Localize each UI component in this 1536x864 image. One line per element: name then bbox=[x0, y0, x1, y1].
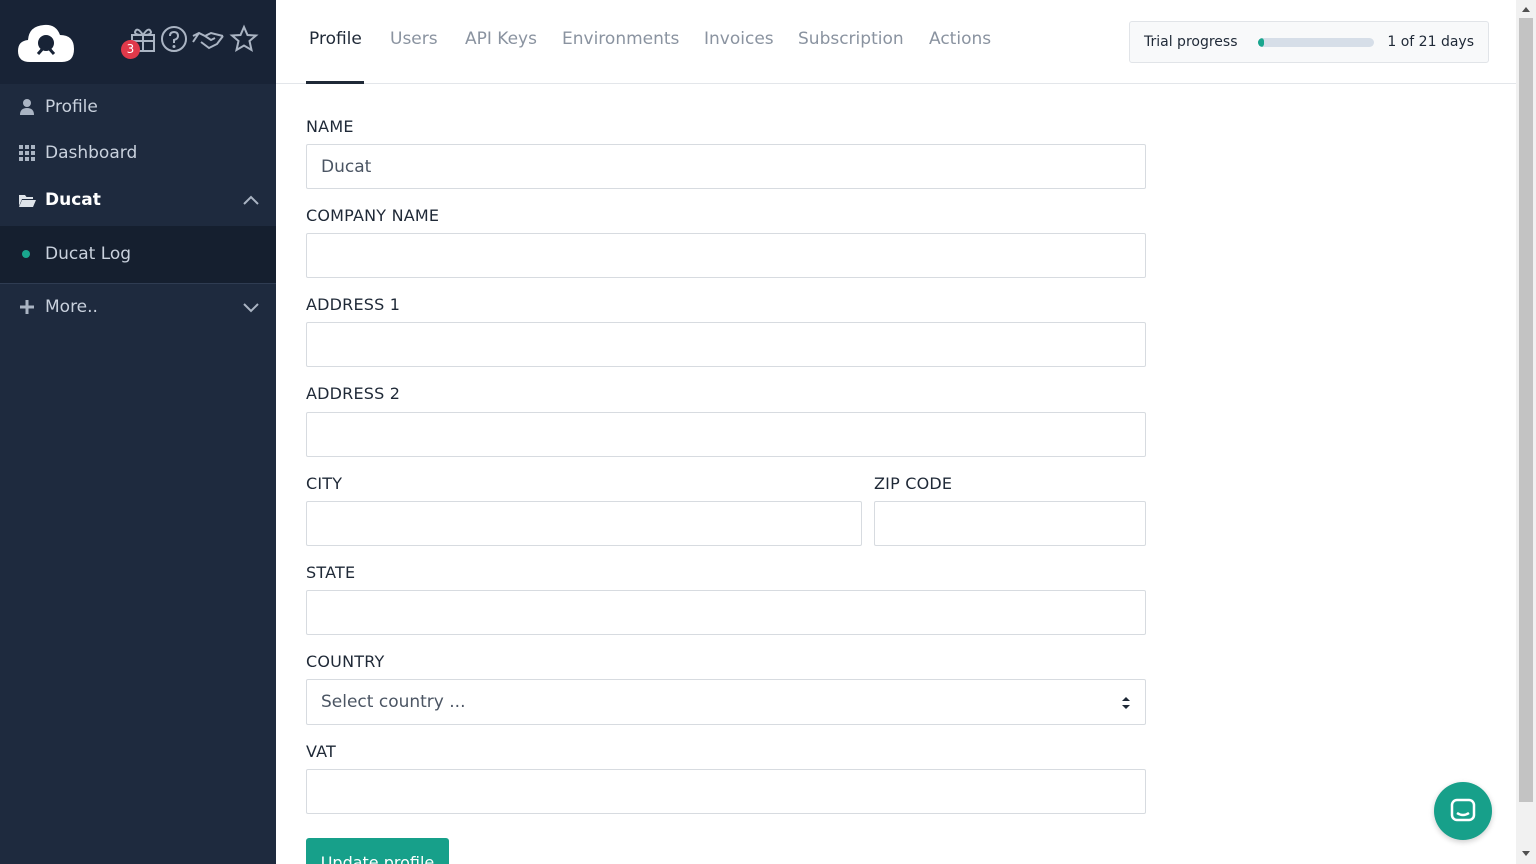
company-name-label: COMPANY NAME bbox=[306, 206, 440, 225]
tab-subscription[interactable]: Subscription bbox=[798, 29, 904, 49]
tab-invoices[interactable]: Invoices bbox=[704, 29, 774, 49]
select-arrows-icon bbox=[1122, 697, 1130, 709]
country-label: COUNTRY bbox=[306, 652, 385, 671]
user-icon bbox=[20, 99, 34, 115]
sidebar-item-label: Ducat bbox=[45, 190, 101, 210]
sidebar-item-dashboard[interactable]: Dashboard bbox=[0, 130, 276, 176]
status-dot-icon bbox=[22, 250, 30, 258]
cloud-logo-icon[interactable] bbox=[16, 18, 76, 64]
address1-field[interactable] bbox=[306, 322, 1146, 367]
tab-environments[interactable]: Environments bbox=[562, 29, 679, 49]
plus-icon bbox=[20, 300, 34, 314]
city-field[interactable] bbox=[306, 501, 862, 546]
chat-icon bbox=[1450, 798, 1476, 822]
trial-days-text: 1 of 21 days bbox=[1387, 34, 1474, 50]
city-label: CITY bbox=[306, 474, 343, 493]
scroll-up-arrow-icon[interactable] bbox=[1521, 5, 1531, 13]
address2-field[interactable] bbox=[306, 412, 1146, 457]
trial-progress-label: Trial progress bbox=[1144, 34, 1238, 50]
name-field[interactable] bbox=[306, 144, 1146, 189]
sidebar-item-label: More.. bbox=[45, 297, 98, 317]
company-name-field[interactable] bbox=[306, 233, 1146, 278]
sidebar: 3 Profile Dashboard Ducat Ducat Log More… bbox=[0, 0, 276, 864]
tab-api-keys[interactable]: API Keys bbox=[465, 29, 537, 49]
vat-field[interactable] bbox=[306, 769, 1146, 814]
address2-label: ADDRESS 2 bbox=[306, 384, 401, 403]
vat-label: VAT bbox=[306, 742, 336, 761]
help-circle-icon[interactable] bbox=[159, 24, 189, 54]
sidebar-item-more[interactable]: More.. bbox=[0, 284, 276, 330]
tab-profile[interactable]: Profile bbox=[309, 29, 362, 49]
chat-launcher-button[interactable] bbox=[1434, 782, 1492, 840]
handshake-icon[interactable] bbox=[191, 24, 225, 54]
notification-badge: 3 bbox=[121, 40, 140, 59]
sidebar-item-label: Ducat Log bbox=[45, 244, 132, 264]
scroll-down-arrow-icon[interactable] bbox=[1521, 850, 1531, 858]
sidebar-item-ducat[interactable]: Ducat bbox=[0, 177, 276, 223]
sidebar-header: 3 bbox=[0, 0, 276, 84]
sidebar-submenu: Ducat Log bbox=[0, 226, 276, 283]
chevron-down-icon[interactable] bbox=[242, 301, 260, 313]
active-tab-indicator bbox=[306, 81, 364, 84]
tab-users[interactable]: Users bbox=[390, 29, 438, 49]
page-scrollbar[interactable] bbox=[1516, 0, 1536, 864]
zip-code-label: ZIP CODE bbox=[874, 474, 953, 493]
country-select-value: Select country ... bbox=[321, 692, 466, 712]
name-label: NAME bbox=[306, 117, 354, 136]
sidebar-item-ducat-log[interactable]: Ducat Log bbox=[0, 231, 276, 277]
trial-progress-panel: Trial progress 1 of 21 days bbox=[1129, 21, 1489, 63]
trial-progress-bar bbox=[1258, 38, 1374, 47]
folder-open-icon bbox=[19, 195, 36, 207]
state-field[interactable] bbox=[306, 590, 1146, 635]
scrollbar-thumb[interactable] bbox=[1519, 18, 1533, 802]
grid-icon bbox=[19, 145, 35, 161]
country-select[interactable]: Select country ... bbox=[306, 679, 1146, 725]
sidebar-item-label: Dashboard bbox=[45, 143, 138, 163]
tab-bar: Profile Users API Keys Environments Invo… bbox=[276, 0, 1516, 84]
state-label: STATE bbox=[306, 563, 356, 582]
zip-code-field[interactable] bbox=[874, 501, 1146, 546]
star-icon[interactable] bbox=[229, 24, 259, 54]
update-profile-button[interactable]: Update profile bbox=[306, 838, 449, 864]
sidebar-item-label: Profile bbox=[45, 97, 98, 117]
tab-actions[interactable]: Actions bbox=[929, 29, 991, 49]
sidebar-item-profile[interactable]: Profile bbox=[0, 84, 276, 130]
address1-label: ADDRESS 1 bbox=[306, 295, 401, 314]
chevron-up-icon[interactable] bbox=[242, 194, 260, 206]
trial-progress-fill bbox=[1258, 38, 1264, 47]
